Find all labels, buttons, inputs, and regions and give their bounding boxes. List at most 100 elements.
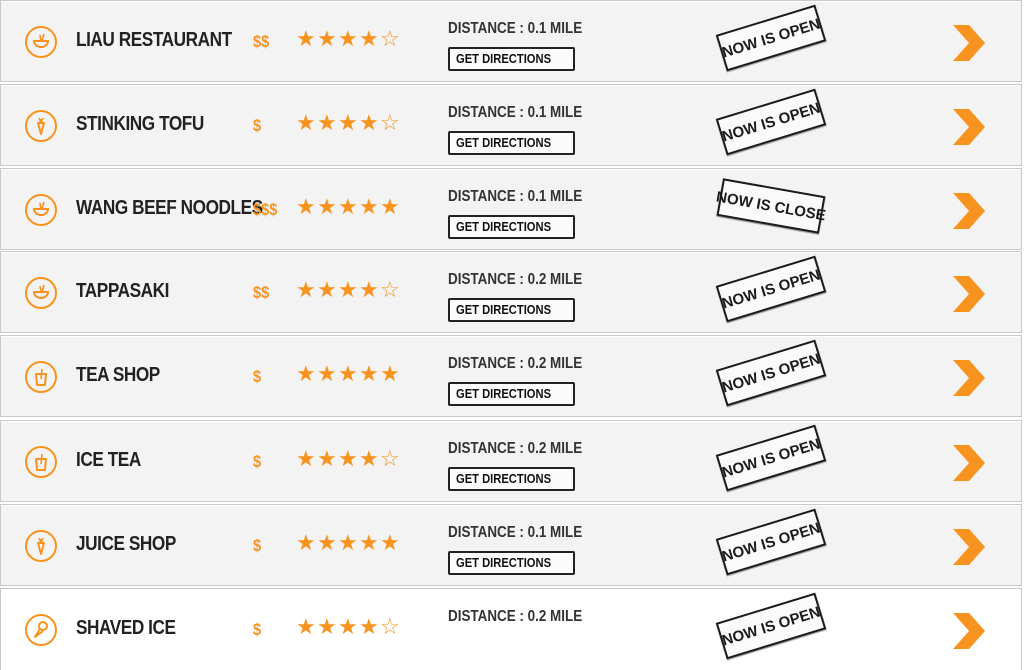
carrot-icon	[25, 530, 57, 562]
list-item[interactable]: JUICE SHOP $ ★ ★ ★ ★ ★ DISTANCE : 0.1 MILE GET D…	[0, 504, 1022, 586]
drink-cup-icon	[25, 361, 57, 393]
list-item[interactable]: WANG BEEF NOODLES $$$ ★ ★ ★ ★ ★ DISTANCE : 0.1 …	[0, 168, 1022, 250]
price-level: $	[253, 536, 262, 555]
noodle-bowl-icon	[25, 277, 57, 309]
star-rating: ★ ★ ★ ★ ★	[296, 364, 400, 386]
get-directions-button[interactable]: GET DIRECTIONS	[448, 298, 575, 322]
distance-text: DISTANCE : 0.2 MILE	[448, 608, 583, 625]
star-rating: ★ ★ ★ ★ ☆	[296, 617, 400, 639]
star-filled-icon: ★	[296, 362, 316, 387]
restaurant-name: ICE TEA	[76, 449, 141, 471]
list-item[interactable]: LIAU RESTAURANT $$ ★ ★ ★ ★ ☆ DISTANCE : 0.1 MIL…	[0, 0, 1022, 82]
status-badge: NOW IS OPEN	[715, 508, 827, 576]
star-rating: ★ ★ ★ ★ ☆	[296, 449, 400, 471]
price-level: $$	[253, 32, 270, 51]
distance-text: DISTANCE : 0.2 MILE	[448, 440, 583, 457]
drink-cup-icon	[25, 446, 57, 478]
noodle-bowl-icon	[25, 26, 57, 58]
list-item[interactable]: TEA SHOP $ ★ ★ ★ ★ ★ DISTANCE : 0.2 MILE GET DIR…	[0, 335, 1022, 417]
star-filled-icon: ★	[338, 447, 358, 472]
star-filled-icon: ★	[359, 27, 379, 52]
star-filled-icon: ★	[380, 531, 400, 556]
list-item[interactable]: TAPPASAKI $$ ★ ★ ★ ★ ☆ DISTANCE : 0.2 MILE GET D…	[0, 251, 1022, 333]
star-filled-icon: ★	[359, 447, 379, 472]
restaurant-name: SHAVED ICE	[76, 617, 176, 639]
star-filled-icon: ★	[338, 27, 358, 52]
distance-text: DISTANCE : 0.1 MILE	[448, 20, 583, 37]
star-filled-icon: ★	[317, 362, 337, 387]
status-badge: NOW IS OPEN	[715, 424, 827, 492]
status-badge: NOW IS OPEN	[715, 255, 827, 323]
star-filled-icon: ★	[380, 362, 400, 387]
restaurant-list: LIAU RESTAURANT $$ ★ ★ ★ ★ ☆ DISTANCE : 0.1 MIL…	[0, 0, 1024, 670]
distance-text: DISTANCE : 0.2 MILE	[448, 271, 583, 288]
chevron-right-icon[interactable]	[947, 191, 989, 231]
price-level: $	[253, 452, 262, 471]
price-level: $	[253, 116, 262, 135]
star-empty-icon: ☆	[380, 615, 400, 640]
star-rating: ★ ★ ★ ★ ★	[296, 533, 400, 555]
carrot-icon	[25, 110, 57, 142]
star-filled-icon: ★	[338, 111, 358, 136]
star-filled-icon: ★	[317, 615, 337, 640]
get-directions-button[interactable]: GET DIRECTIONS	[448, 47, 575, 71]
star-rating: ★ ★ ★ ★ ★	[296, 197, 400, 219]
distance-text: DISTANCE : 0.2 MILE	[448, 355, 583, 372]
star-filled-icon: ★	[317, 195, 337, 220]
restaurant-name: TEA SHOP	[76, 364, 160, 386]
star-empty-icon: ☆	[380, 447, 400, 472]
chevron-right-icon[interactable]	[947, 358, 989, 398]
get-directions-button[interactable]: GET DIRECTIONS	[448, 551, 575, 575]
get-directions-button[interactable]: GET DIRECTIONS	[448, 215, 575, 239]
list-item[interactable]: ICE TEA $ ★ ★ ★ ★ ☆ DISTANCE : 0.2 MILE GET DIRE…	[0, 420, 1022, 502]
star-filled-icon: ★	[338, 278, 358, 303]
restaurant-name: TAPPASAKI	[76, 280, 169, 302]
star-filled-icon: ★	[380, 195, 400, 220]
star-filled-icon: ★	[317, 278, 337, 303]
star-filled-icon: ★	[296, 615, 316, 640]
noodle-bowl-icon	[25, 194, 57, 226]
chevron-right-icon[interactable]	[947, 527, 989, 567]
star-empty-icon: ☆	[380, 278, 400, 303]
chevron-right-icon[interactable]	[947, 443, 989, 483]
list-item[interactable]: SHAVED ICE $ ★ ★ ★ ★ ☆ DISTANCE : 0.2 MILE NOW I…	[0, 588, 1022, 670]
star-filled-icon: ★	[317, 447, 337, 472]
star-filled-icon: ★	[296, 531, 316, 556]
get-directions-button[interactable]: GET DIRECTIONS	[448, 131, 575, 155]
status-badge: NOW IS OPEN	[715, 4, 827, 72]
ice-cone-icon	[25, 614, 57, 646]
status-badge: NOW IS CLOSE	[715, 178, 827, 234]
star-rating: ★ ★ ★ ★ ☆	[296, 280, 400, 302]
star-filled-icon: ★	[317, 531, 337, 556]
star-empty-icon: ☆	[380, 27, 400, 52]
star-filled-icon: ★	[338, 362, 358, 387]
restaurant-name: STINKING TOFU	[76, 113, 204, 135]
restaurant-name: JUICE SHOP	[76, 533, 176, 555]
status-badge: NOW IS OPEN	[715, 339, 827, 407]
star-filled-icon: ★	[296, 278, 316, 303]
star-empty-icon: ☆	[380, 111, 400, 136]
price-level: $$	[253, 283, 270, 302]
star-filled-icon: ★	[359, 195, 379, 220]
star-filled-icon: ★	[296, 111, 316, 136]
get-directions-button[interactable]: GET DIRECTIONS	[448, 382, 575, 406]
star-rating: ★ ★ ★ ★ ☆	[296, 113, 400, 135]
distance-text: DISTANCE : 0.1 MILE	[448, 524, 583, 541]
star-filled-icon: ★	[296, 447, 316, 472]
chevron-right-icon[interactable]	[947, 23, 989, 63]
star-filled-icon: ★	[359, 278, 379, 303]
chevron-right-icon[interactable]	[947, 274, 989, 314]
star-rating: ★ ★ ★ ★ ☆	[296, 29, 400, 51]
list-item[interactable]: STINKING TOFU $ ★ ★ ★ ★ ☆ DISTANCE : 0.1 MILE GE…	[0, 84, 1022, 166]
star-filled-icon: ★	[338, 615, 358, 640]
price-level: $$$	[253, 200, 278, 219]
chevron-right-icon[interactable]	[947, 611, 989, 651]
star-filled-icon: ★	[317, 27, 337, 52]
restaurant-name: WANG BEEF NOODLES	[76, 197, 263, 219]
star-filled-icon: ★	[359, 362, 379, 387]
get-directions-button[interactable]: GET DIRECTIONS	[448, 467, 575, 491]
status-badge: NOW IS OPEN	[715, 88, 827, 156]
star-filled-icon: ★	[359, 531, 379, 556]
chevron-right-icon[interactable]	[947, 107, 989, 147]
star-filled-icon: ★	[296, 27, 316, 52]
